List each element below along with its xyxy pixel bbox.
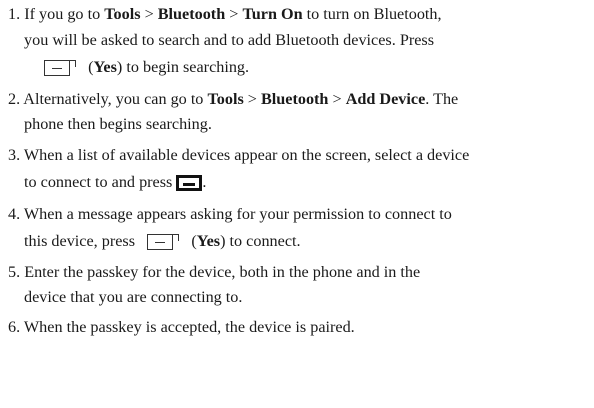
yes-label: Yes [196, 232, 221, 250]
step-number: 2. [8, 90, 21, 108]
left-soft-key-icon [147, 233, 180, 251]
step-3-line-1: 3. When a list of available devices appe… [8, 146, 470, 164]
menu-tools: Tools [207, 90, 244, 108]
instruction-page: 1. If you go to Tools > Bluetooth > Turn… [0, 0, 594, 408]
menu-turn-on: Turn On [242, 5, 303, 23]
menu-tools: Tools [104, 5, 141, 23]
step-number: 5. [8, 263, 21, 281]
left-soft-key-icon [44, 59, 76, 77]
step-5-line-2: device that you are connecting to. [24, 288, 243, 306]
step-4-line-1: 4. When a message appears asking for you… [8, 205, 452, 223]
step-number: 3. [8, 146, 21, 164]
step-1-line-1: 1. If you go to Tools > Bluetooth > Turn… [8, 5, 442, 23]
yes-label: Yes [93, 58, 117, 76]
center-select-key-icon [176, 175, 203, 192]
step-1-line-3: (Yes) to begin searching. [44, 57, 249, 77]
step-4-line-2: this device, press (Yes) to connect. [24, 232, 301, 251]
step-6-line-1: 6. When the passkey is accepted, the dev… [8, 318, 355, 336]
menu-bluetooth: Bluetooth [260, 90, 329, 108]
step-2-line-1: 2. Alternatively, you can go to Tools > … [8, 90, 459, 108]
step-number: 6. [8, 318, 21, 336]
menu-bluetooth: Bluetooth [157, 5, 226, 23]
step-5-line-1: 5. Enter the passkey for the device, bot… [8, 263, 421, 281]
menu-add-device: Add Device [345, 90, 426, 108]
step-1-line-2: you will be asked to search and to add B… [24, 31, 434, 49]
step-number: 4. [8, 205, 21, 223]
step-3-line-2: to connect to and press . [24, 173, 207, 192]
step-2-line-2: phone then begins searching. [24, 115, 212, 133]
step-number: 1. [8, 5, 21, 23]
